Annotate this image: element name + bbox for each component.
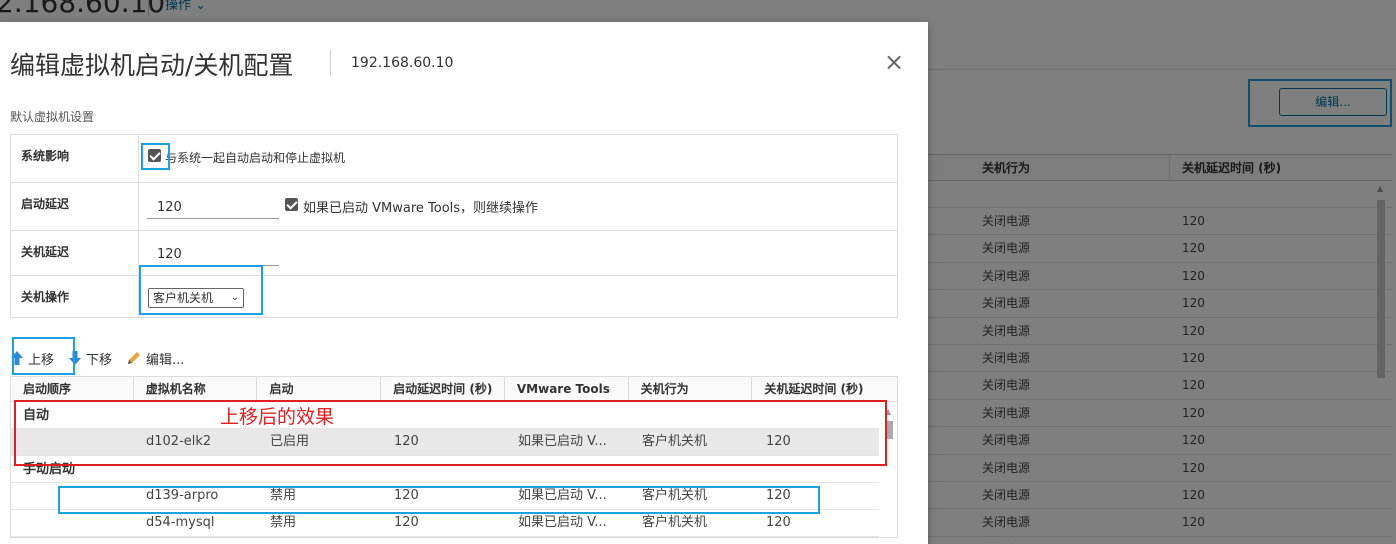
col-shutdown-delay[interactable]: 关机延迟时间 (秒) (752, 377, 897, 401)
annotation-text: 上移后的效果 (220, 406, 335, 428)
col-vm-name[interactable]: 虚拟机名称 (134, 377, 258, 401)
shutdown-delay-input[interactable]: 120 (147, 240, 279, 266)
move-down-label: 下移 (86, 352, 113, 368)
col-startup[interactable]: 启动 (257, 377, 382, 401)
grid-header: 启动顺序 虚拟机名称 启动 启动延迟时间 (秒) VMware Tools 关机行为 关机延… (11, 377, 897, 402)
row-startup-delay: 启动延迟 120 如果已启动 VMware Tools，则继续操作 (11, 183, 897, 231)
pencil-icon (128, 352, 141, 364)
default-settings-label: 默认虚拟机设置 (10, 110, 95, 124)
vmware-tools-checkbox[interactable] (285, 198, 298, 211)
dialog-subtitle: 192.168.60.10 (351, 55, 454, 71)
col-vmware-tools[interactable]: VMware Tools (505, 377, 629, 401)
title-separator (330, 50, 331, 76)
highlight-shutdown-action (139, 265, 263, 315)
startup-delay-label: 启动延迟 (11, 183, 139, 230)
col-shutdown-action[interactable]: 关机行为 (629, 377, 753, 401)
col-startup-order[interactable]: 启动顺序 (11, 377, 134, 401)
dialog-title: 编辑虚拟机启动/关机配置 (10, 51, 294, 80)
edit-order-button[interactable]: 编辑... (126, 349, 184, 368)
startup-delay-input[interactable]: 120 (147, 193, 279, 219)
close-icon[interactable]: × (883, 50, 905, 74)
shutdown-action-label: 关机操作 (11, 276, 139, 317)
shutdown-delay-label: 关机延迟 (11, 231, 139, 275)
system-impact-label: 系统影响 (11, 135, 139, 182)
grid-row[interactable]: d54-mysql 禁用 120 如果已启动 V... 客户机关机 120 (11, 510, 879, 537)
vmware-tools-checkbox-label: 如果已启动 VMware Tools，则继续操作 (303, 201, 539, 216)
highlight-move-up (12, 337, 75, 375)
col-startup-delay[interactable]: 启动延迟时间 (秒) (381, 377, 505, 401)
highlight-moved-row (58, 486, 820, 514)
highlight-system-checkbox (141, 143, 170, 170)
annotation-box (14, 400, 887, 466)
system-impact-checkbox-label: 与系统一起自动启动和停止虚拟机 (165, 151, 346, 165)
edit-order-label: 编辑... (146, 352, 185, 368)
